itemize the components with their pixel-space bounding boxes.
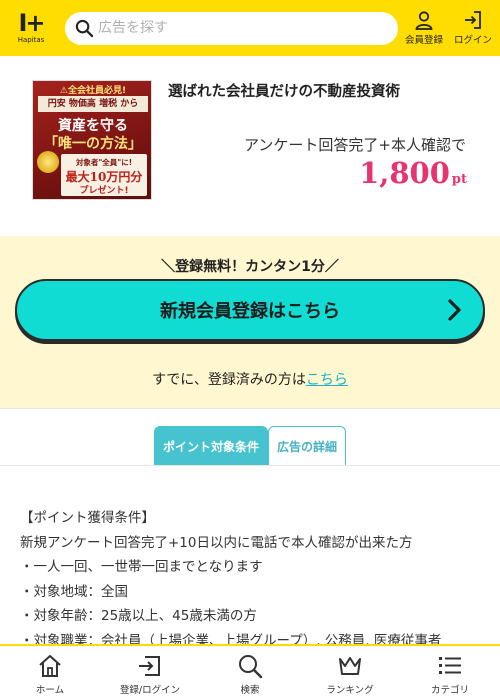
- login-label: ログイン: [453, 35, 492, 46]
- registration-section: ＼登録無料！カンタン1分／ 新規会員登録はこちら すでに、登録済みの方はこちら: [0, 236, 500, 408]
- crown-icon: [339, 657, 361, 675]
- banner-line1: ⚠全会社員必見!: [59, 86, 127, 96]
- home-icon: [39, 655, 61, 677]
- nav-category[interactable]: カテゴリ: [400, 646, 500, 700]
- condition-line: 【ポイント獲得条件】: [20, 510, 155, 526]
- banner-line5c: プレゼント!: [79, 186, 129, 196]
- already-registered-label: すでに、登録済みの方は: [152, 372, 306, 388]
- login-link[interactable]: こちら: [306, 372, 348, 388]
- search-icon: [75, 19, 94, 37]
- tab-point-conditions[interactable]: ポイント対象条件: [154, 426, 268, 466]
- nav-category-label: カテゴリ: [430, 685, 469, 696]
- points-value: 1,800: [359, 156, 450, 190]
- banner-line3: 資産を守る: [58, 118, 128, 134]
- tab-divider: [0, 465, 500, 466]
- free-registration-text: ＼登録無料！カンタン1分／: [161, 259, 339, 275]
- register-label: 会員登録: [404, 35, 443, 46]
- ad-detail-area: ポイント対象条件 広告の詳細 【ポイント獲得条件】 新規アンケート回答完了+10…: [0, 408, 500, 649]
- new-member-register-button[interactable]: 新規会員登録はこちら: [15, 279, 485, 341]
- ad-points: 1,800 pt: [359, 156, 467, 190]
- nav-home[interactable]: ホーム: [0, 646, 100, 700]
- logo-text: Hapitas: [17, 36, 45, 44]
- point-conditions-list: 【ポイント獲得条件】 新規アンケート回答完了+10日以内に電話で本人確認が出来た…: [20, 506, 490, 654]
- register-button[interactable]: 会員登録: [401, 10, 447, 46]
- coin-icon: [37, 151, 59, 173]
- search-icon: [239, 655, 263, 679]
- nav-login[interactable]: 登録/ログイン: [100, 646, 200, 700]
- nav-home-label: ホーム: [35, 685, 65, 696]
- banner-offer-box: 対象者"全員"に! 最大10万円分 プレゼント!: [61, 154, 147, 196]
- condition-line: ・一人一回、一世帯一回までとなります: [20, 559, 263, 576]
- list-icon: [439, 657, 461, 674]
- chevron-right-icon: [448, 299, 461, 321]
- ad-condition: アンケート回答完了+本人確認で: [244, 136, 466, 154]
- register-button-label: 新規会員登録はこちら: [160, 301, 340, 322]
- already-registered-text: すでに、登録済みの方はこちら: [0, 369, 500, 389]
- login-icon: [139, 656, 160, 676]
- ad-summary: ⚠全会社員必見! 円安 物価高 増税 から 資産を守る 「唯一の方法」 対象者"…: [0, 56, 500, 236]
- points-unit: pt: [451, 172, 467, 187]
- ad-title: 選ばれた会社員だけの不動産投資術: [168, 84, 400, 100]
- nav-ranking[interactable]: ランキング: [300, 646, 400, 700]
- nav-search[interactable]: 検索: [200, 646, 300, 700]
- login-icon: [465, 11, 481, 29]
- nav-ranking-label: ランキング: [326, 685, 374, 696]
- nav-search-label: 検索: [240, 685, 260, 696]
- tab-ad-details[interactable]: 広告の詳細: [268, 426, 346, 466]
- hapitas-logo[interactable]: I+ Hapitas: [10, 8, 52, 48]
- nav-login-label: 登録/ログイン: [119, 685, 181, 696]
- banner-line4: 「唯一の方法」: [44, 136, 142, 152]
- search-bar[interactable]: [65, 11, 398, 45]
- banner-line5a: 対象者"全員"に!: [75, 158, 133, 167]
- search-input[interactable]: [98, 20, 378, 36]
- logo-mark: I+: [18, 9, 45, 37]
- ad-banner-image: ⚠全会社員必見! 円安 物価高 増税 から 資産を守る 「唯一の方法」 対象者"…: [32, 80, 152, 200]
- app-header: I+ Hapitas 会員登録 ログイン: [0, 0, 500, 56]
- user-icon: [415, 11, 433, 30]
- condition-line: ・対象年齢：25歳以上、45歳未満の方: [20, 608, 257, 625]
- banner-line2: 円安 物価高 増税 から: [38, 96, 148, 112]
- condition-line: ・対象地域：全国: [20, 583, 128, 600]
- bottom-nav: ホーム 登録/ログイン 検索 ランキング カテゴリ: [0, 644, 500, 700]
- condition-line: 新規アンケート回答完了+10日以内に電話で本人確認が出来た方: [20, 534, 413, 551]
- login-button[interactable]: ログイン: [450, 10, 496, 46]
